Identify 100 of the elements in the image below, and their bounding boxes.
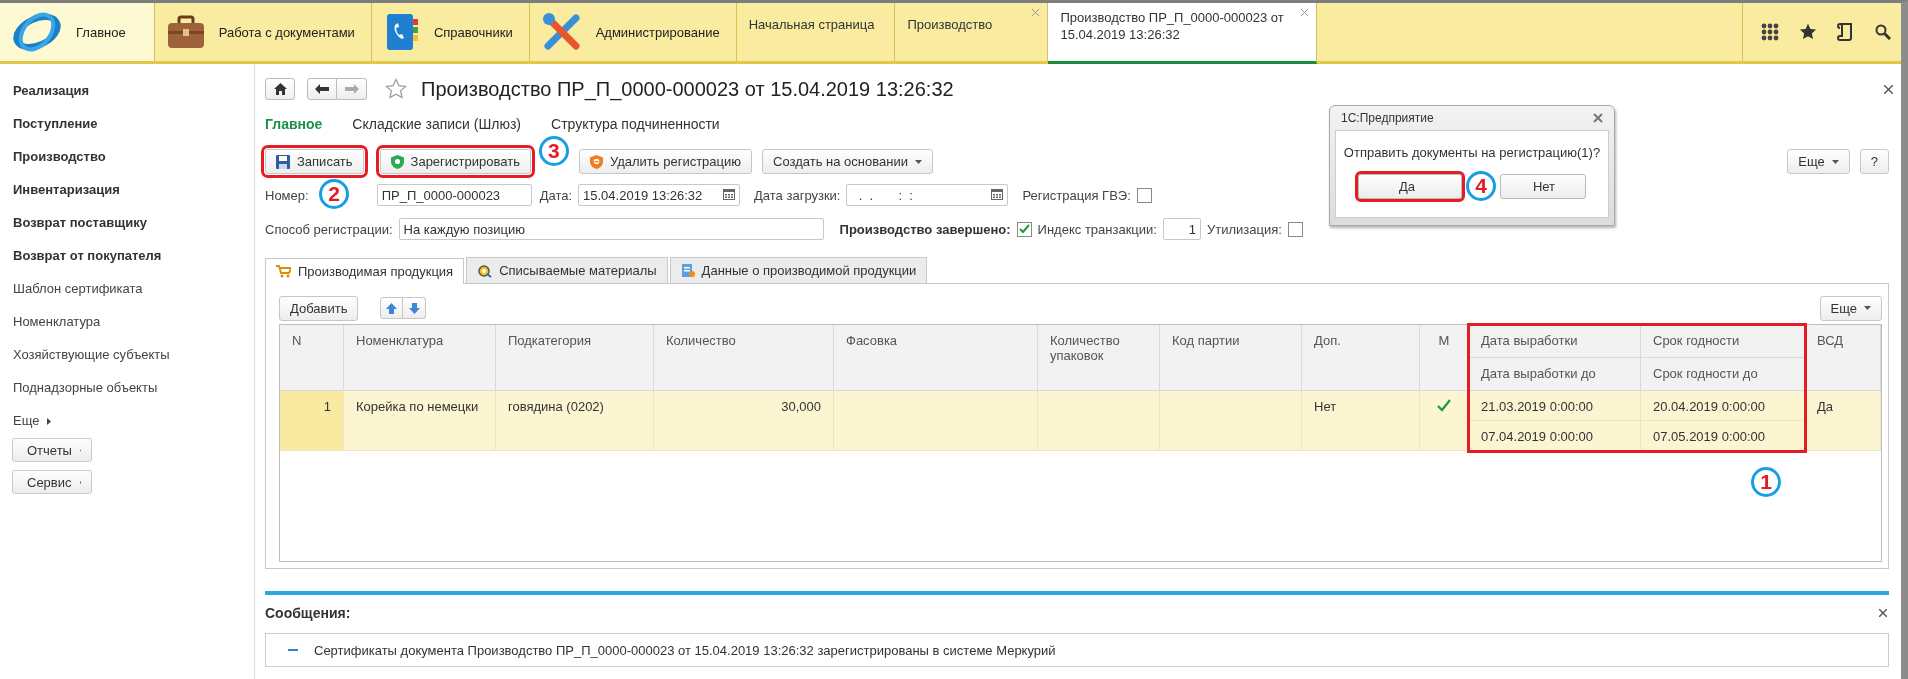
column-header[interactable]: N [280,325,344,391]
field-label: Производство завершено: [839,221,1011,237]
section-tab[interactable]: Администрирование [529,3,737,61]
transaction-index-field[interactable]: 1 [1162,218,1201,240]
check-icon [1018,224,1030,234]
sidebar-item[interactable]: Поднадзорные объекты [0,375,158,408]
sidebar-item[interactable]: Возврат от покупателя [0,243,162,276]
calendar-icon[interactable] [723,189,736,200]
registration-method-field[interactable]: На каждую позицию [398,218,824,240]
tab[interactable]: Производимая продукция [265,258,465,284]
column-header[interactable]: Код партии [1160,325,1302,391]
more-button[interactable]: Еще [1787,149,1850,174]
shield-icon [390,154,404,169]
messages-title: Сообщения: [265,605,351,621]
column-header[interactable]: Доп. [1302,325,1420,391]
move-down-button[interactable] [403,297,427,319]
table-cell: Нет [1302,391,1420,451]
dash-icon [288,649,298,651]
column-header[interactable]: Фасовка [834,325,1038,391]
step-number: 3 [538,136,569,166]
field-label: Индекс транзакции: [1037,221,1157,237]
table-cell: 21.03.2019 0:00:00 [1469,391,1641,421]
forward-arrow-icon [344,84,359,94]
column-header[interactable]: Срок годности [1641,325,1805,358]
more-link[interactable]: Еще [0,408,52,434]
column-header[interactable]: М [1420,325,1469,391]
column-header[interactable]: Срок годности до [1641,358,1805,391]
tab[interactable]: Данные о производимой продукции [669,257,928,283]
history-icon[interactable] [1837,22,1855,42]
page-tab[interactable]: Производство ПР_П_0000-000023 от 15.04.2019 13:26:32 [1048,3,1318,64]
column-header[interactable]: Подкатегория [496,325,654,391]
more-button[interactable]: Еще [1819,295,1882,321]
apps-grid-icon[interactable] [1761,23,1779,41]
star-icon[interactable] [385,78,407,100]
shield-icon [589,154,603,169]
tools-icon [541,12,582,52]
column-header[interactable]: ВСД [1805,325,1881,391]
step-number: 4 [1466,171,1496,201]
menu-button[interactable]: Отчеты [12,438,92,462]
section-link[interactable]: Структура подчиненности [551,116,720,132]
sidebar-item[interactable]: Производство [0,144,106,177]
step-number: 2 [319,179,349,209]
dialog-title: 1С:Предприятие [1341,111,1434,125]
close-icon[interactable] [1884,84,1893,94]
field-label: Способ регистрации: [265,221,393,237]
star-icon[interactable] [1799,23,1817,41]
table-cell: Да [1805,391,1881,451]
sidebar-item[interactable]: Хозяйствующие субъекты [0,342,170,375]
number-field[interactable]: ПР_П_0000-000023 [376,184,532,206]
section-link[interactable]: Складские записи (Шлюз) [352,116,522,132]
sidebar-item[interactable]: Поступление [0,111,98,144]
sidebar-item[interactable]: Шаблон сертификата [0,276,143,309]
document-title: Производство ПР_П_0000-000023 от 15.04.2019 13:26:32 [421,77,955,101]
add-button[interactable]: Добавить [279,295,359,321]
dialog-button[interactable]: Да [1358,174,1462,199]
checkbox[interactable] [1016,221,1032,237]
search-icon[interactable] [1875,24,1891,40]
dropdown-button[interactable]: Создать на основании [762,149,933,174]
up-arrow-icon [386,302,398,314]
sidebar-item[interactable]: Номенклатура [0,309,101,342]
dialog-message: Отправить документы на регистрацию(1)? [1343,145,1601,160]
cart-icon [276,265,291,278]
page-tab[interactable]: Начальная страница [736,3,896,61]
section-tab[interactable]: Главное [0,3,155,61]
column-header[interactable]: Количество упаковок [1038,325,1160,391]
field-label: Номер: [265,187,309,203]
tab[interactable]: Списываемые материалы [466,257,668,283]
column-header[interactable]: Дата выработки [1469,325,1641,358]
message-text: Сертификаты документа Производство ПР_П_0000-000023 от 15.04.2019 13:26:32 зарегистрированы в системе Меркурий [314,642,1056,658]
date-field[interactable]: 15.04.2019 13:26:32 [578,184,741,206]
briefcase-icon [166,15,205,49]
column-header[interactable]: Номенклатура [344,325,496,391]
step-number: 1 [1751,467,1781,497]
table-cell: 07.05.2019 0:00:00 [1641,421,1805,451]
field-label: Дата загрузки: [754,187,841,203]
down-arrow-icon [408,302,420,314]
back-button[interactable] [307,78,337,100]
check-icon [1437,399,1451,412]
menu-button[interactable]: Сервис [12,470,92,494]
sidebar-item[interactable]: Реализация [0,78,90,111]
table-cell: 1 [280,391,344,451]
close-icon[interactable] [1593,113,1603,123]
checkbox[interactable] [1287,221,1303,237]
table-cell: 20.04.2019 0:00:00 [1641,391,1805,421]
load-date-field[interactable]: . . : : [846,184,1009,206]
home-button[interactable] [265,78,295,100]
move-up-button[interactable] [380,297,404,319]
checkbox[interactable] [1136,187,1152,203]
section-tab[interactable]: Работа с документами [154,3,372,61]
dialog-button[interactable]: Нет [1500,174,1586,199]
calendar-icon[interactable] [991,189,1004,200]
close-icon[interactable] [1879,609,1887,617]
column-header[interactable]: Дата выработки до [1469,358,1641,391]
toolbar-button[interactable]: Удалить регистрацию [578,149,753,174]
column-header[interactable]: Количество [654,325,834,391]
sidebar-item[interactable]: Возврат поставщику [0,210,147,243]
sidebar-item[interactable]: Инвентаризация [0,177,120,210]
help-button[interactable]: ? [1859,149,1889,174]
section-link[interactable]: Главное [265,116,323,132]
section-tab[interactable]: Справочники [371,3,530,61]
